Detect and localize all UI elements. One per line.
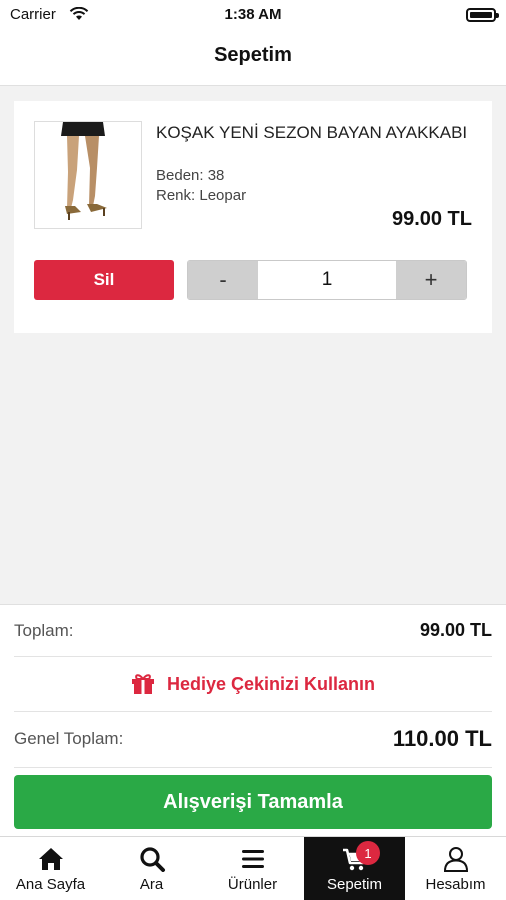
divider <box>14 711 492 712</box>
menu-icon <box>241 850 264 868</box>
status-bar: Carrier 1:38 AM <box>0 0 506 30</box>
tab-bar: Ana Sayfa Ara Ürünler 1 Sepetim Hesabım <box>0 836 506 900</box>
product-price: 99.00 TL <box>391 208 472 230</box>
tab-cart[interactable]: 1 Sepetim <box>304 837 405 900</box>
order-summary: Toplam: 99.00 TL Hediye Çekinizi Kullanı… <box>0 604 506 836</box>
divider <box>14 656 492 657</box>
grand-total-value: 110.00 TL <box>392 726 492 751</box>
tab-home[interactable]: Ana Sayfa <box>0 837 101 900</box>
tab-products[interactable]: Ürünler <box>202 837 303 900</box>
gift-voucher-button[interactable]: Hediye Çekinizi Kullanın <box>0 668 506 700</box>
tab-label: Ana Sayfa <box>15 876 86 893</box>
product-image[interactable] <box>34 121 142 229</box>
subtotal-label: Toplam: <box>14 621 74 640</box>
home-icon <box>38 848 63 870</box>
tab-label: Sepetim <box>326 876 383 893</box>
battery-icon <box>466 8 499 22</box>
clock: 1:38 AM <box>224 6 282 23</box>
grand-total-label: Genel Toplam: <box>14 729 124 748</box>
delete-button[interactable]: Sil <box>34 260 174 300</box>
quantity-stepper: - 1 + <box>187 260 467 300</box>
increase-quantity-button[interactable]: + <box>396 261 466 299</box>
search-icon <box>139 847 165 872</box>
page-title: Sepetim <box>214 44 292 66</box>
checkout-button[interactable]: Alışverişi Tamamla <box>14 775 492 829</box>
gift-icon <box>131 674 154 694</box>
quantity-field[interactable]: 1 <box>258 261 396 299</box>
gift-voucher-label: Hediye Çekinizi Kullanın <box>166 673 376 694</box>
product-color: Renk: Leopar <box>156 187 247 204</box>
product-photo-icon <box>35 122 141 228</box>
cart-count-badge: 1 <box>356 841 380 865</box>
tab-label: Ürünler <box>227 876 278 893</box>
cart-item: KOŞAK YENİ SEZON BAYAN AYAKKABI Beden: 3… <box>14 101 492 333</box>
navigation-bar: Sepetim <box>0 30 506 86</box>
user-icon <box>443 847 468 872</box>
divider <box>14 767 492 768</box>
tab-account[interactable]: Hesabım <box>405 837 506 900</box>
tab-label: Hesabım <box>425 876 486 893</box>
subtotal-value: 99.00 TL <box>419 620 492 640</box>
product-name: KOŞAK YENİ SEZON BAYAN AYAKKABI <box>156 123 468 142</box>
tab-label: Ara <box>139 876 164 893</box>
product-size: Beden: 38 <box>156 167 225 184</box>
tab-search[interactable]: Ara <box>101 837 202 900</box>
decrease-quantity-button[interactable]: - <box>188 261 258 299</box>
